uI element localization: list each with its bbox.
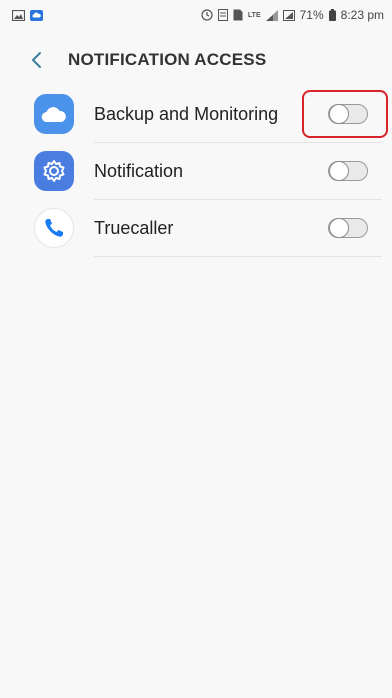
- list-item-truecaller[interactable]: Truecaller: [0, 200, 392, 257]
- divider: [94, 256, 382, 257]
- signal-icon: [265, 9, 278, 21]
- volte-icon: [217, 9, 228, 21]
- lte-icon: LTE: [247, 11, 261, 19]
- cloud-notification-icon: [30, 9, 43, 21]
- battery-icon: [328, 9, 336, 21]
- app-label: Truecaller: [94, 218, 174, 238]
- battery-percent: 71%: [299, 8, 324, 22]
- app-label: Backup and Monitoring: [94, 104, 279, 124]
- backup-and-monitoring-toggle[interactable]: [328, 104, 368, 124]
- app-list: Backup and Monitoring Notification Truec…: [0, 86, 392, 257]
- list-item-notification[interactable]: Notification: [0, 143, 392, 200]
- truecaller-toggle[interactable]: [328, 218, 368, 238]
- chevron-left-icon: [32, 52, 41, 68]
- gallery-notification-icon: [12, 9, 25, 21]
- phone-icon: [34, 208, 74, 248]
- toggle-knob: [329, 104, 349, 124]
- status-left: [12, 9, 43, 21]
- sim-card-icon: [233, 9, 243, 21]
- list-item-backup-and-monitoring[interactable]: Backup and Monitoring: [0, 86, 392, 143]
- cloud-icon: [34, 94, 74, 134]
- toggle-knob: [329, 161, 349, 181]
- toggle-knob: [329, 218, 349, 238]
- signal-icon-2: [282, 9, 295, 21]
- clock: 8:23 pm: [340, 8, 384, 22]
- status-right: LTE 71% 8:23 pm: [201, 8, 384, 22]
- sync-icon: [201, 9, 213, 21]
- page-title: NOTIFICATION ACCESS: [68, 50, 267, 69]
- app-bar: NOTIFICATION ACCESS: [0, 40, 392, 80]
- gear-icon: [34, 151, 74, 191]
- status-bar: LTE 71% 8:23 pm: [0, 0, 392, 30]
- app-label: Notification: [94, 161, 184, 181]
- notification-toggle[interactable]: [328, 161, 368, 181]
- back-button[interactable]: [24, 48, 48, 72]
